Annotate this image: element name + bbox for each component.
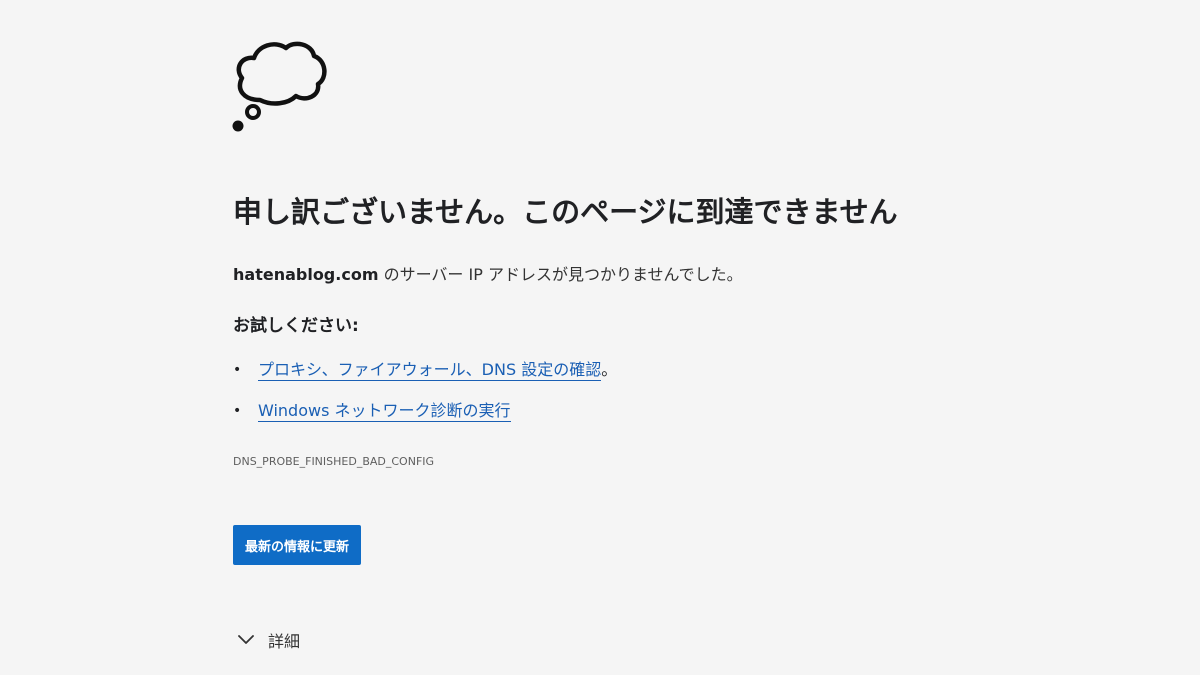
details-label: 詳細 [268,632,301,651]
suggestions-list: • プロキシ、ファイアウォール、DNS 設定の確認。 • Windows ネット… [233,356,617,438]
error-page: 申し訳ございません。このページに到達できません hatenablog.com の… [0,0,1200,675]
error-code: DNS_PROBE_FINISHED_BAD_CONFIG [233,455,435,468]
suggestion-suffix: 。 [601,360,618,379]
list-item: • Windows ネットワーク診断の実行 [233,397,617,438]
bullet: • [233,362,242,378]
bullet: • [233,403,242,419]
details-button[interactable]: 詳細 [236,628,300,652]
network-diagnostics-link[interactable]: Windows ネットワーク診断の実行 [258,401,511,422]
chevron-down-icon [238,635,254,644]
page-title: 申し訳ございません。このページに到達できません [233,195,898,229]
error-message: hatenablog.com のサーバー IP アドレスが見つかりませんでした。 [233,263,743,287]
check-proxy-link[interactable]: プロキシ、ファイアウォール、DNS 設定の確認 [258,360,602,381]
thought-cloud-icon [232,41,327,132]
hostname: hatenablog.com [233,265,379,284]
reload-button[interactable]: 最新の情報に更新 [233,525,361,565]
error-message-text: のサーバー IP アドレスが見つかりませんでした。 [378,265,743,284]
suggestions-heading: お試しください: [233,316,359,336]
list-item: • プロキシ、ファイアウォール、DNS 設定の確認。 [233,356,617,397]
